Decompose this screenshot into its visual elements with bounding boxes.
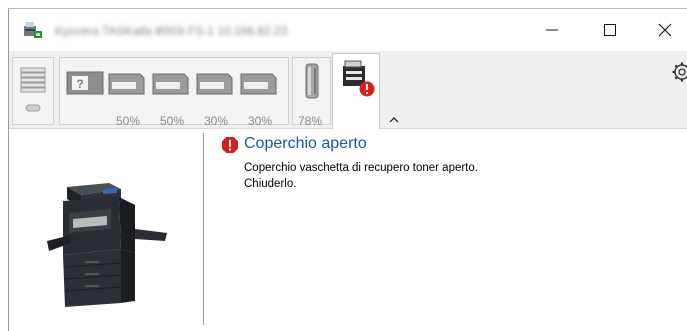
- paper-tray-2-icon[interactable]: [152, 73, 189, 95]
- close-icon: [658, 23, 672, 37]
- tray-1-level: 50%: [116, 114, 141, 128]
- status-tab[interactable]: [332, 53, 380, 129]
- printer-app-icon: [23, 21, 43, 39]
- minimize-button[interactable]: [529, 9, 575, 51]
- printer-illustration: [47, 183, 167, 307]
- gear-icon[interactable]: [671, 61, 687, 88]
- paper-trays-panel: ? 50% 50% 30% 30%: [59, 57, 289, 128]
- minimize-icon: [546, 29, 558, 31]
- title-bar[interactable]: Kyocera TASKalfa 8003i FS-1 10.166.82.23: [9, 9, 687, 51]
- error-icon: [221, 136, 239, 159]
- status-message-line-2: Chiuderlo.: [244, 178, 297, 190]
- status-message: Coperchio vaschetta di recupero toner ap…: [244, 160, 478, 192]
- paper-tray-3-icon[interactable]: [196, 73, 233, 95]
- printer-error-icon: [343, 60, 375, 97]
- supplies-toolbar: ? 50% 50% 30% 30% 78%: [9, 51, 687, 129]
- tray-2-level: 50%: [160, 114, 185, 128]
- close-button[interactable]: [642, 9, 687, 51]
- maximize-button[interactable]: [587, 9, 633, 51]
- paper-tray-1-icon[interactable]: [108, 73, 145, 95]
- divider: [203, 133, 204, 325]
- manual-feed-unknown-icon[interactable]: ?: [66, 71, 104, 95]
- chevron-up-icon[interactable]: [389, 111, 399, 129]
- toner-icon: [305, 63, 319, 99]
- paper-stack-icon: [20, 67, 46, 112]
- window-title: Kyocera TASKalfa 8003i FS-1 10.166.82.23: [55, 24, 288, 38]
- toner-level: 78%: [298, 114, 323, 128]
- status-content: Coperchio aperto Coperchio vaschetta di …: [9, 129, 687, 331]
- tray-4-level: 30%: [248, 114, 273, 128]
- status-message-line-1: Coperchio vaschetta di recupero toner ap…: [244, 162, 478, 174]
- maximize-icon: [604, 24, 616, 36]
- tray-3-level: 30%: [204, 114, 229, 128]
- status-monitor-window: Kyocera TASKalfa 8003i FS-1 10.166.82.23: [8, 8, 687, 331]
- paper-panel[interactable]: [12, 57, 54, 125]
- paper-tray-4-icon[interactable]: [240, 73, 277, 95]
- status-title: Coperchio aperto: [244, 135, 367, 152]
- toner-panel[interactable]: 78%: [292, 57, 331, 128]
- svg-text:?: ?: [76, 77, 83, 91]
